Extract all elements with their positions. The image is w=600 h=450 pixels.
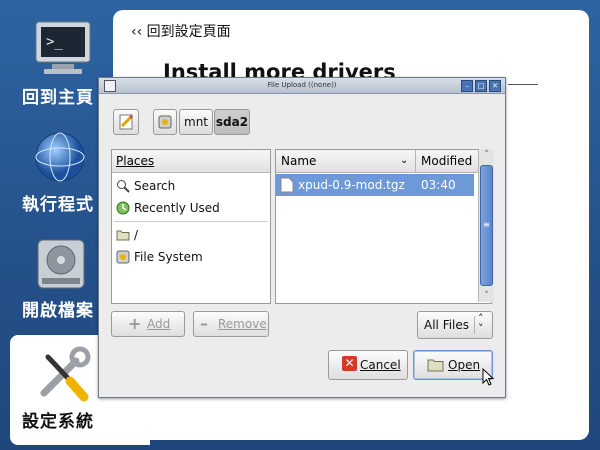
cancel-button[interactable]: ✕ Cancel (328, 350, 408, 380)
grip-icon: ≡ (483, 219, 490, 229)
file-name: xpud-0.9-mod.tgz (298, 178, 405, 192)
launcher-home[interactable]: >_ 回到主頁 (0, 20, 110, 120)
minus-icon: – (200, 314, 208, 333)
column-modified-header[interactable]: Modified (421, 150, 472, 172)
launcher-files-label: 開啟檔案 (22, 301, 94, 321)
launcher-settings-label: 設定系統 (22, 412, 94, 432)
launcher-files[interactable]: 開啟檔案 (0, 230, 110, 330)
places-item-label: Search (134, 179, 176, 193)
file-modified: 03:40 (421, 178, 456, 192)
drive-icon (158, 115, 172, 129)
scroll-down-icon[interactable]: ˅ (479, 291, 494, 301)
places-header[interactable]: Places (112, 150, 270, 173)
drive-crumb-button[interactable] (153, 109, 177, 135)
back-to-settings-link[interactable]: ‹‹ 回到設定頁面 (131, 21, 231, 41)
file-row[interactable]: xpud-0.9-mod.tgz 03:40 (276, 174, 474, 196)
cancel-label: Cancel (360, 358, 401, 372)
type-location-button[interactable] (113, 109, 139, 135)
globe-icon (35, 132, 85, 182)
file-upload-dialog: File Upload ((none)) – □ ✕ mnt sda2 Plac… (98, 77, 506, 398)
open-folder-icon (427, 359, 444, 372)
magnifier-icon (117, 180, 130, 193)
places-item-filesystem[interactable]: File System (112, 247, 270, 267)
places-item-search[interactable]: Search (112, 176, 270, 196)
plus-icon: + (128, 314, 142, 333)
column-divider (415, 150, 416, 172)
files-pane: Name ⌄ Modified xpud-0.9-mod.tgz 03:40 (275, 149, 492, 304)
mouse-cursor-icon (482, 368, 495, 386)
svg-text:>_: >_ (46, 34, 63, 50)
terminal-icon: >_ (35, 21, 91, 74)
open-label: Open (448, 358, 481, 372)
places-separator (114, 221, 268, 222)
places-item-label: / (134, 228, 139, 242)
add-button[interactable]: + Add (111, 311, 185, 337)
dialog-titlebar[interactable]: File Upload ((none)) – □ ✕ (99, 78, 505, 94)
remove-label: Remove (218, 317, 267, 331)
tools-icon (40, 346, 91, 402)
launcher-home-label: 回到主頁 (22, 88, 94, 108)
places-item-label: Recently Used (134, 201, 220, 215)
minimize-icon[interactable]: – (461, 80, 473, 92)
add-label: Add (147, 317, 171, 331)
remove-button[interactable]: – Remove (193, 311, 269, 337)
cancel-x-icon: ✕ (342, 356, 357, 371)
crumb-mnt[interactable]: mnt (179, 109, 213, 135)
column-name-header[interactable]: Name (281, 150, 316, 172)
places-item-recent[interactable]: Recently Used (112, 198, 270, 218)
places-pane: Places Search Recently Used / File Syste… (111, 149, 271, 304)
sort-chevron-down-icon[interactable]: ⌄ (400, 150, 408, 172)
updown-arrows-icon: ˄ ˅ (478, 312, 484, 335)
launcher-apps-label: 執行程式 (22, 195, 94, 215)
crumb-sda2[interactable]: sda2 (214, 109, 250, 135)
dialog-title: File Upload ((none)) (267, 81, 337, 89)
files-scrollbar[interactable]: ˄ ≡ ˅ (478, 149, 494, 302)
folder-icon (116, 230, 130, 241)
file-icon (280, 177, 294, 193)
files-header: Name ⌄ Modified (276, 150, 491, 173)
drive-icon (116, 250, 130, 264)
hard-drive-icon (37, 239, 85, 289)
scrollbar-thumb[interactable]: ≡ (480, 165, 493, 286)
file-filter-value: All Files (424, 318, 470, 332)
edit-icon (119, 114, 134, 130)
launcher-apps[interactable]: 執行程式 (0, 125, 110, 225)
places-item-label: File System (134, 250, 203, 264)
scroll-up-icon[interactable]: ˄ (479, 150, 494, 160)
places-item-root[interactable]: / (112, 225, 270, 245)
maximize-icon[interactable]: □ (475, 80, 487, 92)
title-divider (508, 84, 538, 85)
file-filter-select[interactable]: All Files ˄ ˅ (417, 311, 493, 339)
recent-icon (116, 201, 130, 215)
places-header-label: Places (116, 154, 155, 168)
close-icon[interactable]: ✕ (489, 80, 501, 92)
open-button[interactable]: Open (413, 350, 493, 380)
combo-divider (474, 316, 475, 334)
